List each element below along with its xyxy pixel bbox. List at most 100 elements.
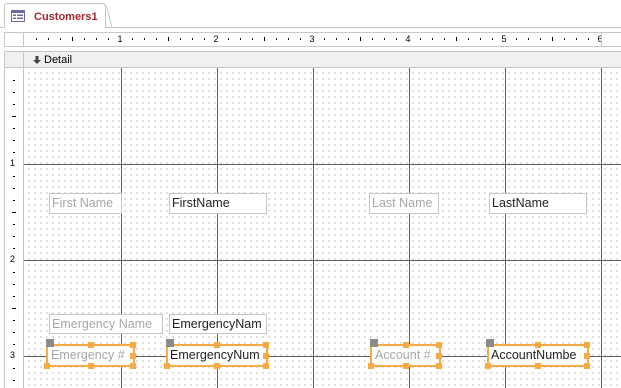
ruler-tick: [96, 38, 97, 40]
ruler-tick: [564, 38, 565, 40]
move-handle[interactable]: [486, 339, 494, 347]
last-name-label[interactable]: Last Name: [369, 193, 439, 214]
emergency-name-textbox[interactable]: EmergencyNam: [169, 314, 267, 334]
ruler-tick: [13, 188, 15, 189]
grid-line: [505, 68, 506, 388]
ruler-tick: [576, 38, 577, 40]
ruler-tick: [13, 128, 15, 129]
resize-handle[interactable]: [130, 363, 136, 369]
detail-design-grid[interactable]: [24, 68, 621, 388]
ruler-tick: [72, 37, 73, 41]
ruler-tick: [348, 38, 349, 40]
ruler-tick: [36, 38, 37, 40]
resize-handle[interactable]: [584, 363, 590, 369]
resize-handle[interactable]: [535, 363, 541, 369]
section-arrow-icon: [33, 56, 41, 64]
grid-line: [217, 68, 218, 388]
resize-handle[interactable]: [214, 363, 220, 369]
ruler-tick: [13, 224, 15, 225]
resize-handle[interactable]: [88, 363, 94, 369]
ruler-tick: [13, 104, 15, 105]
ruler-tick: [13, 236, 15, 237]
ruler-tick: [192, 38, 193, 40]
vertical-ruler[interactable]: 1 2 3: [4, 68, 24, 388]
ruler-label: 5: [501, 34, 507, 44]
grid-line: [24, 164, 621, 165]
ruler-tick: [13, 176, 15, 177]
resize-handle[interactable]: [164, 363, 170, 369]
ruler-tick: [372, 38, 373, 40]
section-selector-corner[interactable]: [4, 51, 24, 68]
ruler-tick: [468, 38, 469, 40]
resize-handle[interactable]: [263, 342, 269, 348]
move-handle[interactable]: [46, 339, 54, 347]
ruler-tick: [276, 38, 277, 40]
ruler-tick: [180, 38, 181, 40]
tab-title: Customers1: [34, 11, 98, 23]
ruler-tick: [240, 38, 241, 40]
ruler-tick: [168, 37, 169, 41]
horizontal-ruler-end: [601, 33, 621, 46]
resize-handle[interactable]: [535, 342, 541, 348]
resize-handle[interactable]: [584, 342, 590, 348]
ruler-tick: [12, 212, 16, 213]
resize-handle[interactable]: [130, 342, 136, 348]
resize-handle[interactable]: [263, 363, 269, 369]
resize-handle[interactable]: [88, 342, 94, 348]
tab-customers1[interactable]: Customers1: [4, 3, 106, 28]
resize-handle[interactable]: [436, 363, 442, 369]
ruler-label: 4: [405, 34, 411, 44]
first-name-label[interactable]: First Name: [49, 193, 122, 214]
ruler-tick: [13, 380, 15, 381]
ruler-tick: [228, 38, 229, 40]
ruler-tick: [13, 320, 15, 321]
ruler-tick: [108, 38, 109, 40]
last-name-textbox[interactable]: LastName: [489, 193, 587, 214]
resize-handle[interactable]: [436, 342, 442, 348]
ruler-tick: [492, 38, 493, 40]
ruler-tick: [12, 308, 16, 309]
resize-handle[interactable]: [584, 353, 590, 359]
move-handle[interactable]: [166, 339, 174, 347]
resize-handle[interactable]: [44, 363, 50, 369]
ruler-tick: [13, 152, 15, 153]
ruler-tick: [13, 92, 15, 93]
ruler-tick: [552, 37, 553, 41]
grid-line: [409, 68, 410, 388]
ruler-tick: [324, 38, 325, 40]
horizontal-ruler[interactable]: 123456: [24, 32, 621, 47]
ruler-tick: [516, 38, 517, 40]
ruler-tick: [336, 38, 337, 40]
resize-handle[interactable]: [368, 363, 374, 369]
ruler-tick: [420, 38, 421, 40]
ruler-tick: [396, 38, 397, 40]
emergency-name-label[interactable]: Emergency Name: [49, 314, 163, 334]
ruler-tick: [156, 38, 157, 40]
ruler-tick: [132, 38, 133, 40]
resize-handle[interactable]: [130, 353, 136, 359]
resize-handle[interactable]: [485, 363, 491, 369]
ruler-tick: [13, 248, 15, 249]
ruler-tick: [456, 37, 457, 41]
ruler-tick: [60, 38, 61, 40]
first-name-textbox[interactable]: FirstName: [169, 193, 267, 214]
ruler-tick: [588, 38, 589, 40]
detail-section-bar[interactable]: Detail: [24, 51, 621, 68]
resize-handle[interactable]: [403, 363, 409, 369]
grid-line: [121, 68, 122, 388]
ruler-tick: [432, 38, 433, 40]
ruler-tick: [13, 344, 15, 345]
ruler-label: 2: [213, 34, 219, 44]
resize-handle[interactable]: [263, 353, 269, 359]
form-icon: [11, 10, 25, 22]
tab-edge: [100, 3, 113, 28]
ruler-tick: [384, 38, 385, 40]
resize-handle[interactable]: [214, 342, 220, 348]
ruler-tick: [13, 296, 15, 297]
resize-handle[interactable]: [436, 353, 442, 359]
ruler-tick: [204, 38, 205, 40]
ruler-tick: [84, 38, 85, 40]
resize-handle[interactable]: [403, 342, 409, 348]
move-handle[interactable]: [370, 339, 378, 347]
horizontal-ruler-track: 123456: [24, 33, 603, 46]
